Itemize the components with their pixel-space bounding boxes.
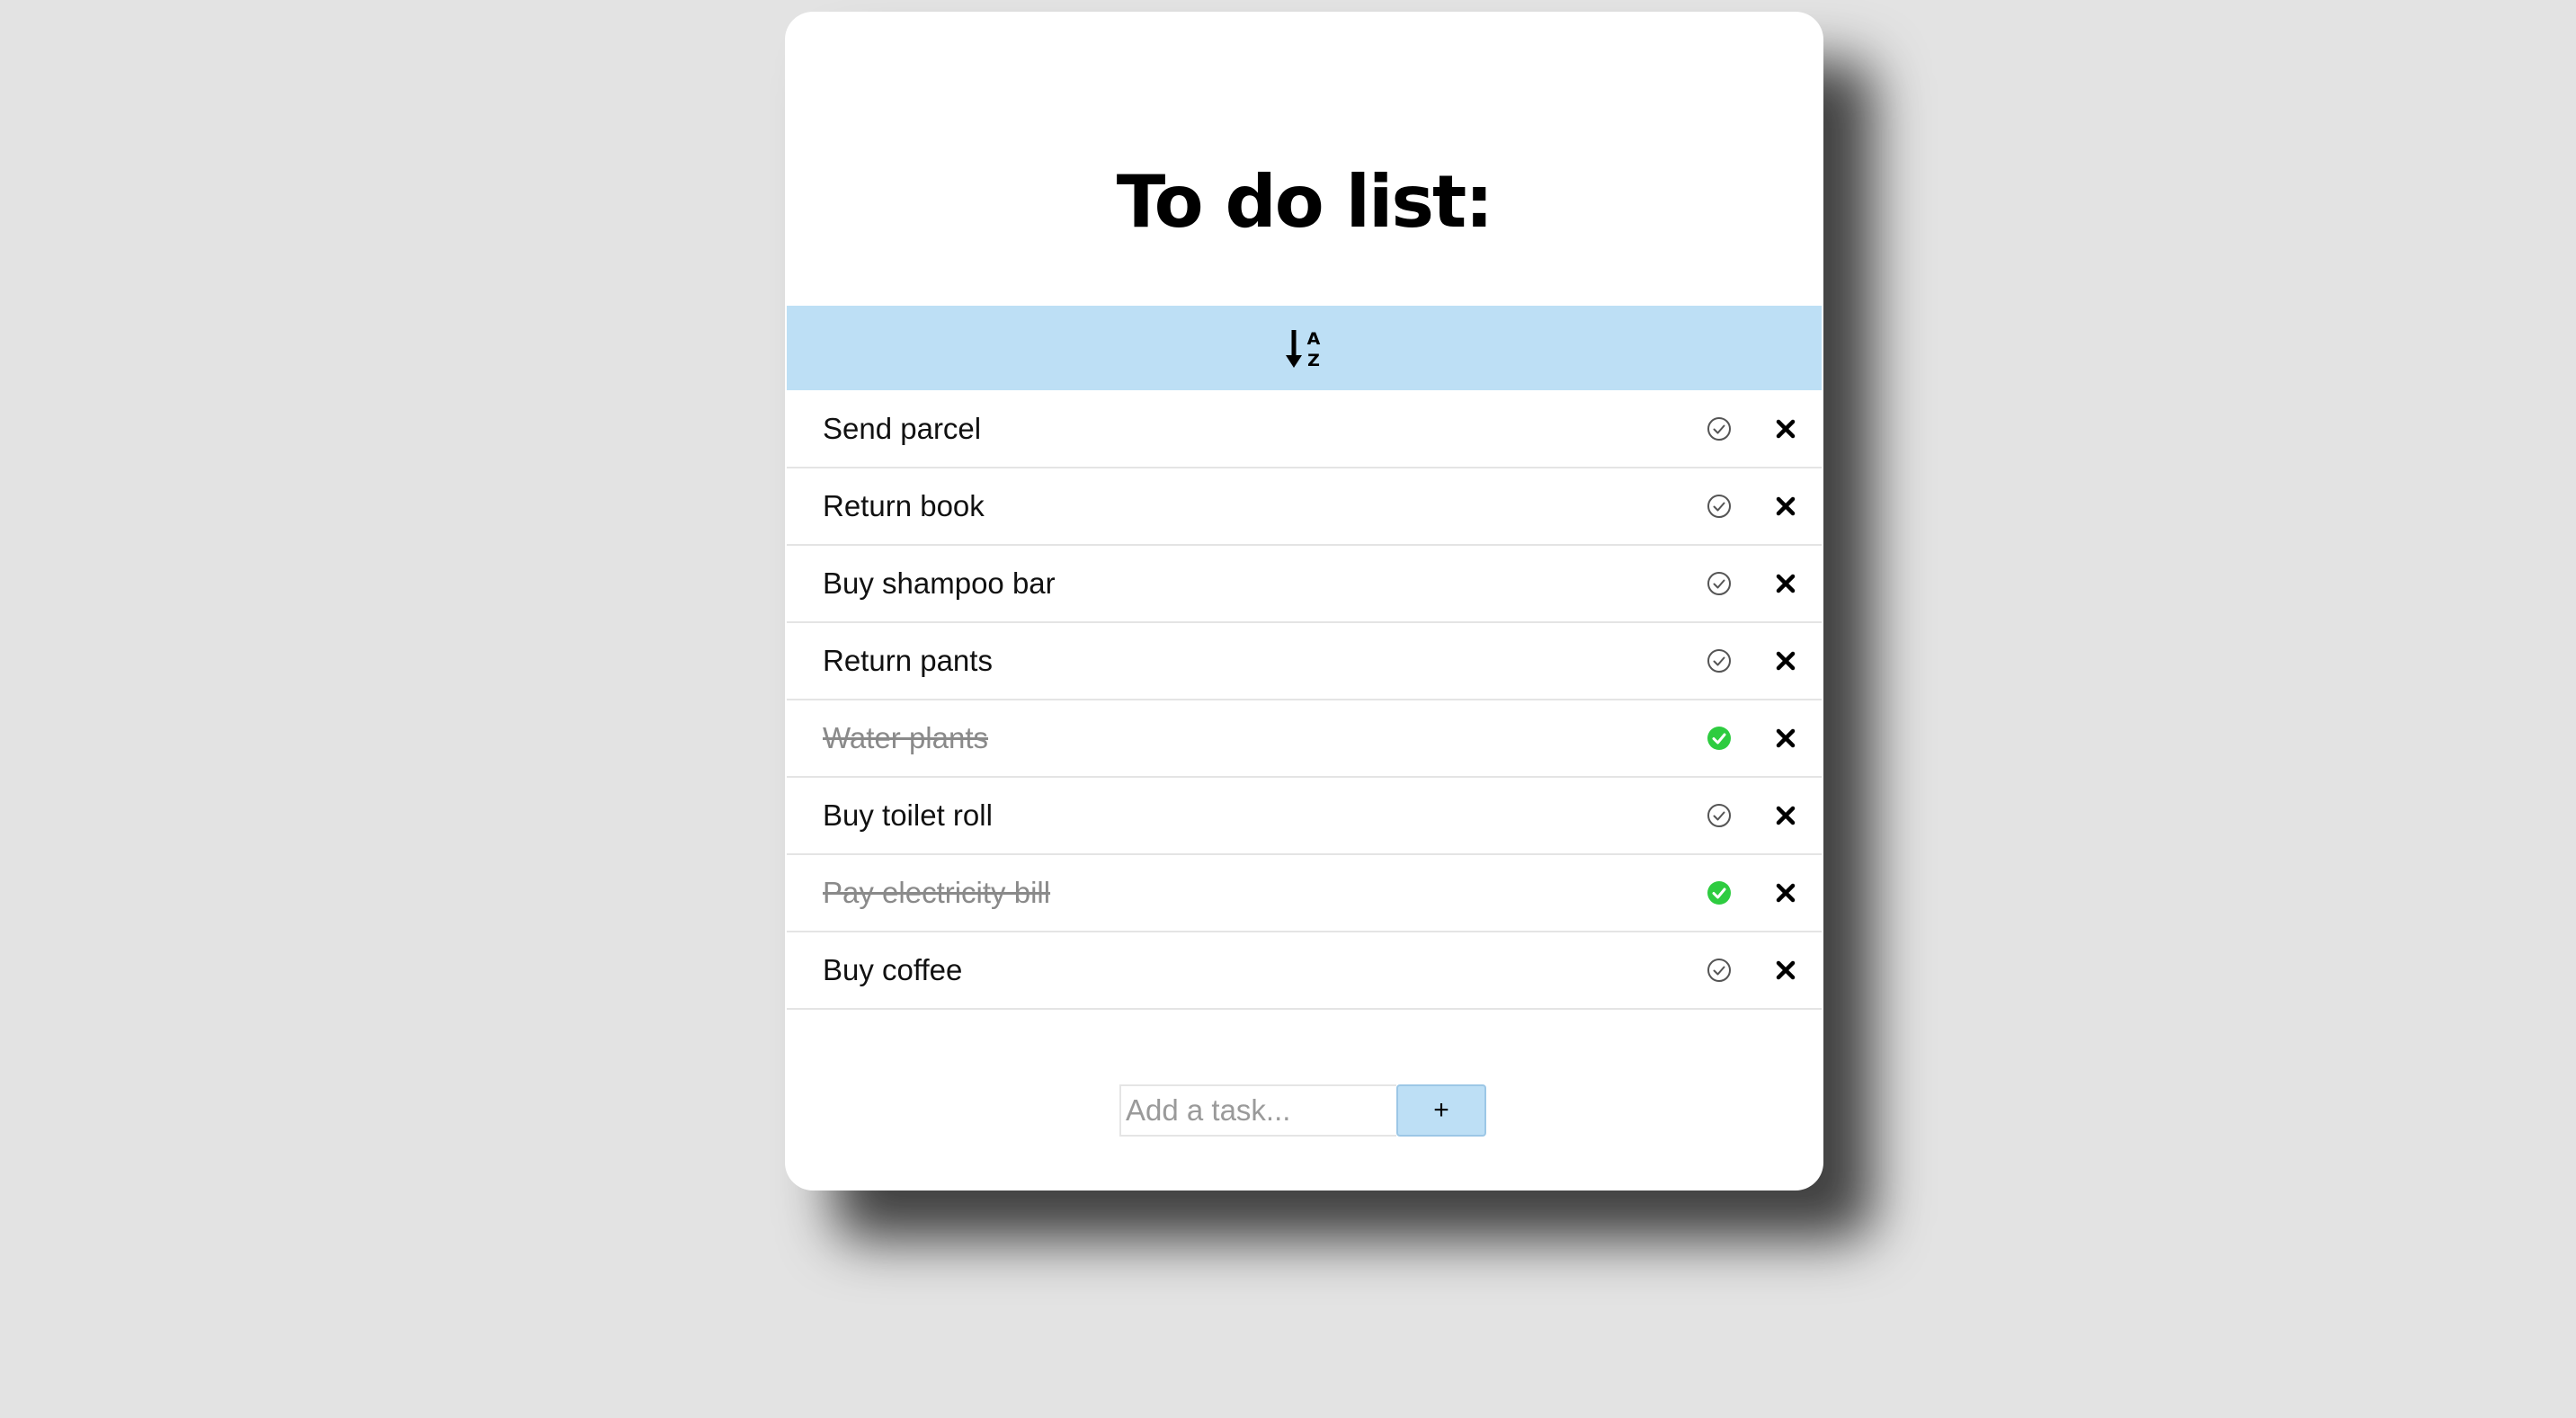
task-list: Send parcel Return book Buy shampoo bar Ret… — [787, 391, 1822, 1010]
check-circle-icon[interactable] — [1706, 802, 1733, 829]
close-icon[interactable] — [1775, 805, 1796, 826]
check-circle-filled-icon[interactable] — [1706, 879, 1733, 906]
task-item: Buy toilet roll — [787, 778, 1822, 855]
check-circle-icon[interactable] — [1706, 957, 1733, 984]
task-label: Buy toilet roll — [823, 798, 993, 832]
close-icon[interactable] — [1775, 959, 1796, 981]
add-task-input[interactable] — [1119, 1084, 1396, 1137]
task-item: Pay electricity bill — [787, 855, 1822, 932]
check-circle-icon[interactable] — [1706, 647, 1733, 674]
task-label: Pay electricity bill — [823, 876, 1051, 909]
task-item: Buy shampoo bar — [787, 546, 1822, 623]
task-label: Water plants — [823, 721, 989, 754]
check-circle-filled-icon[interactable] — [1706, 725, 1733, 752]
svg-text:A: A — [1306, 329, 1320, 349]
task-label: Buy coffee — [823, 953, 963, 986]
task-label: Buy shampoo bar — [823, 566, 1056, 600]
task-label: Return pants — [823, 644, 993, 677]
page-title: To do list: — [1116, 160, 1494, 244]
task-label: Send parcel — [823, 412, 982, 445]
task-item: Return pants — [787, 623, 1822, 700]
close-icon[interactable] — [1775, 882, 1796, 904]
close-icon[interactable] — [1775, 418, 1796, 440]
task-item: Water plants — [787, 700, 1822, 778]
task-item: Buy coffee — [787, 932, 1822, 1010]
todo-card: To do list: A Z Send parcel Return book Bu… — [785, 12, 1823, 1191]
add-task-form: + — [1119, 1084, 1486, 1137]
task-item: Send parcel — [787, 391, 1822, 468]
check-circle-icon[interactable] — [1706, 493, 1733, 520]
sort-button[interactable]: A Z — [787, 306, 1822, 390]
check-circle-icon[interactable] — [1706, 415, 1733, 442]
check-circle-icon[interactable] — [1706, 570, 1733, 597]
task-label: Return book — [823, 489, 985, 522]
close-icon[interactable] — [1775, 650, 1796, 672]
close-icon[interactable] — [1775, 727, 1796, 749]
close-icon[interactable] — [1775, 573, 1796, 594]
sort-alpha-down-icon: A Z — [1285, 326, 1324, 370]
task-item: Return book — [787, 468, 1822, 546]
add-task-button[interactable]: + — [1396, 1084, 1486, 1137]
close-icon[interactable] — [1775, 495, 1796, 517]
svg-text:Z: Z — [1307, 351, 1320, 370]
